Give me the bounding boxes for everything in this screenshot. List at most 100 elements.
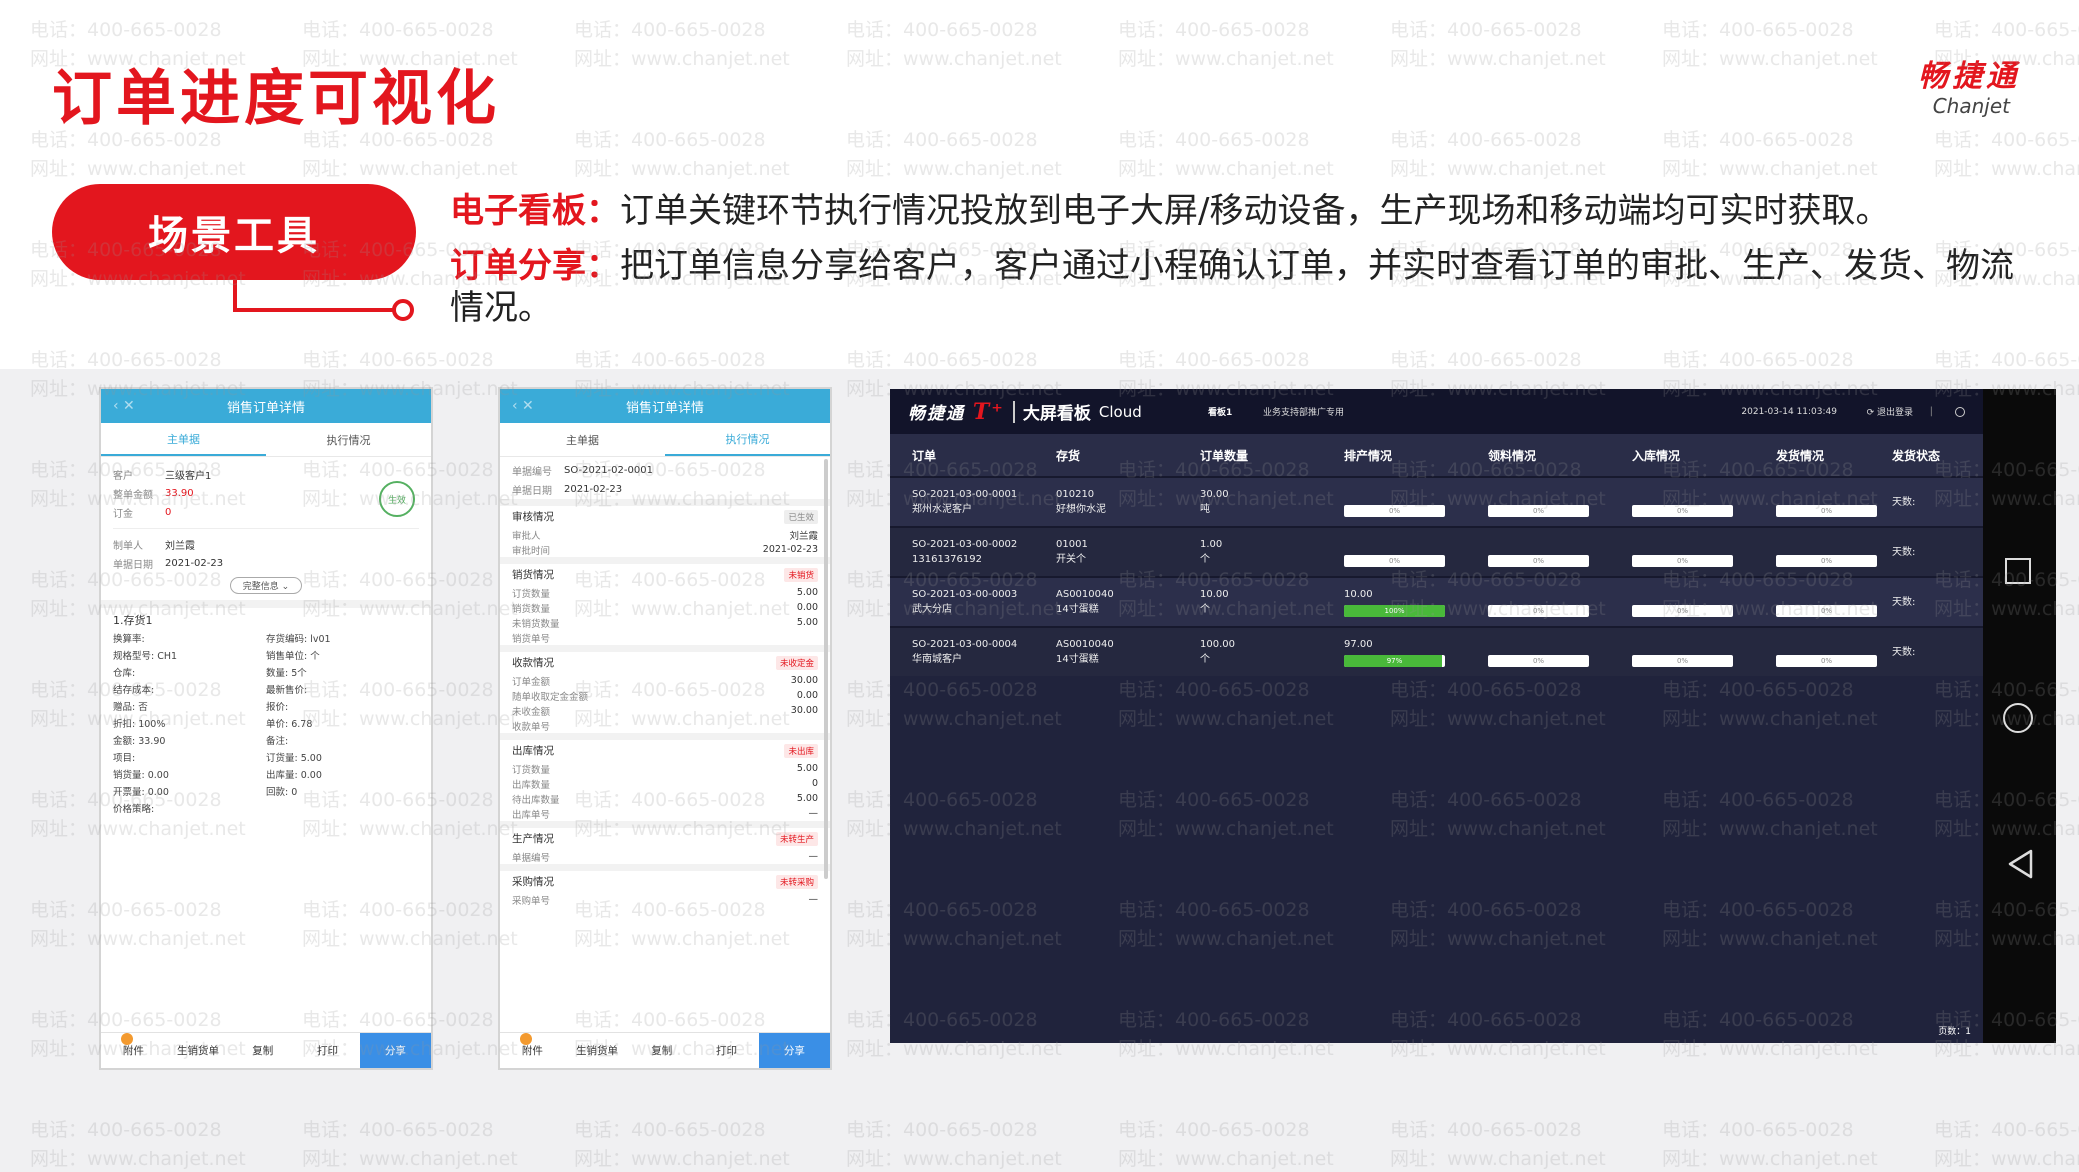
progress-percent: 97%: [1386, 656, 1403, 665]
phone-order-detail-execution: ‹ ✕ 销售订单详情 主单据 执行情况 单据编号 SO-2021-02-0001 单…: [498, 387, 832, 1070]
progress-cell: 97.00 97%: [1344, 638, 1488, 667]
item-fields: 换算率: 存货编码: lv01 规格型号: CH1 销售单位: 个仓库: 数量: 5个结…: [101, 632, 431, 817]
status-badge: 未收定金: [775, 655, 818, 670]
watermark-text: 电话：400-665-0028网址：www.chanjet.net: [1118, 19, 1334, 70]
dashboard-column-header: 发货情况: [1776, 448, 1825, 463]
board-selector[interactable]: 看板1: [1208, 405, 1232, 418]
status-badge: 未销货: [784, 567, 818, 582]
progress-cell: 0%: [1488, 638, 1632, 667]
dashboard-column-header: 存货: [1056, 448, 1081, 463]
dashboard-column-headers: 订单 存货 订单数量 排产情况 领料情况 入库情况 发货情况 发货状态: [890, 434, 1983, 476]
status-row: 随单收取定金金额 0.00: [512, 690, 818, 703]
scene-tools-pill: 场景工具: [52, 184, 416, 280]
tab-main-document[interactable]: 主单据: [500, 423, 665, 456]
tab-execution[interactable]: 执行情况: [665, 423, 830, 456]
copy-button[interactable]: 复制: [230, 1033, 295, 1068]
item-field: 项目:: [113, 753, 136, 764]
dashboard-rows: SO-2021-03-00-0001 郑州水泥客户 010210 好想你水泥 30.00…: [890, 476, 1983, 676]
progress-percent: 0%: [1532, 606, 1545, 615]
order-cell: SO-2021-03-00-0002 13161376192: [912, 539, 1018, 565]
attachment-button[interactable]: 附件: [101, 1033, 166, 1068]
dashboard-order-row[interactable]: SO-2021-03-00-0001 郑州水泥客户 010210 好想你水泥 30.00…: [890, 476, 1983, 526]
attachment-button[interactable]: 附件: [500, 1033, 565, 1068]
progress-bar: 0%: [1776, 554, 1877, 567]
print-button[interactable]: 打印: [295, 1033, 360, 1068]
scrollbar[interactable]: [824, 459, 828, 879]
logo-english: Chanjet: [1932, 94, 2010, 118]
progress-percent: 0%: [1532, 656, 1545, 665]
share-button[interactable]: 分享: [359, 1033, 431, 1068]
progress-value-label: 10.00: [1344, 588, 1373, 600]
progress-cell: 0%: [1776, 638, 1892, 667]
print-button[interactable]: 打印: [694, 1033, 759, 1068]
back-close-icon[interactable]: ‹ ✕: [113, 398, 135, 414]
logout-button[interactable]: ⟳ 退出登录: [1867, 405, 1913, 418]
watermark-text: 电话：400-665-0028网址：www.chanjet.net: [846, 129, 1062, 180]
stock-cell: AS0010040 14寸蛋糕: [1056, 639, 1114, 665]
copy-button[interactable]: 复制: [629, 1033, 694, 1068]
dashboard-order-row[interactable]: SO-2021-03-00-0002 13161376192 01001 开关个 1.0…: [890, 526, 1983, 576]
watermark-text: 电话：400-665-0028网址：www.chanjet.net: [1662, 129, 1878, 180]
watermark-text: 电话：400-665-0028网址：www.chanjet.net: [574, 129, 790, 180]
dashboard-column-header: 订单: [912, 448, 937, 463]
stock-cell: AS0010040 14寸蛋糕: [1056, 589, 1114, 615]
progress-bar: 0%: [1488, 654, 1589, 667]
big-screen-dashboard: 畅捷通 T⁺ 大屏看板 Cloud 看板1 业务支持部推广专用 2021-03-…: [890, 389, 1983, 1043]
item-field: 折扣: 100%: [113, 719, 166, 730]
item-field: 规格型号: CH1: [113, 651, 178, 662]
progress-cell: 0%: [1776, 538, 1892, 567]
page-count: 页数：1: [1938, 1027, 1971, 1037]
progress-value-label: 97.00: [1344, 638, 1373, 650]
status-badge: 未出库: [784, 743, 818, 758]
phone-tabs: 主单据 执行情况: [101, 423, 431, 457]
progress-cell: 0%: [1344, 538, 1488, 567]
progress-bar: 0%: [1344, 554, 1445, 567]
dashboard-order-row[interactable]: SO-2021-03-00-0003 武大分店 AS0010040 14寸蛋糕 10.0…: [890, 576, 1983, 626]
settings-icon[interactable]: [1955, 406, 1965, 417]
status-section-header: 收款情况 未收定金: [500, 652, 830, 673]
progress-cell: 0%: [1632, 588, 1776, 617]
description-dashboard: 电子看板：订单关键环节执行情况投放到电子大屏/移动设备，生产现场和移动端均可实时…: [450, 190, 2030, 232]
status-row: 审批时间 2021-02-23: [512, 544, 818, 557]
description-order-share: 订单分享：把订单信息分享给客户，客户通过小程确认订单，并实时查看订单的审批、生产…: [450, 245, 2030, 329]
progress-cell: 0%: [1776, 488, 1892, 517]
progress-cell: 0%: [1632, 538, 1776, 567]
divider: [500, 864, 830, 871]
generate-sales-doc-button[interactable]: 生销货单: [166, 1033, 231, 1068]
back-close-icon[interactable]: ‹ ✕: [512, 398, 534, 414]
logo-chinese: 畅捷通: [1918, 59, 2020, 94]
progress-cell: 0%: [1632, 488, 1776, 517]
progress-percent: 0%: [1820, 656, 1833, 665]
generate-sales-doc-button[interactable]: 生销货单: [565, 1033, 630, 1068]
quantity-cell: 100.00 个: [1200, 639, 1235, 665]
progress-cell: 0%: [1776, 588, 1892, 617]
status-row: 审批人 刘兰霞: [512, 530, 818, 542]
tab-main-document[interactable]: 主单据: [101, 423, 266, 456]
home-icon[interactable]: [2003, 703, 2033, 733]
item-field: 回款: 0: [266, 787, 298, 798]
item-field: 换算率:: [113, 634, 145, 645]
phone-title: 销售订单详情: [226, 400, 305, 416]
progress-percent: 0%: [1676, 506, 1689, 515]
progress-percent: 0%: [1676, 606, 1689, 615]
dashboard-order-row[interactable]: SO-2021-03-00-0004 华南城客户 AS0010040 14寸蛋糕 100…: [890, 626, 1983, 676]
progress-bar: 0%: [1776, 604, 1877, 617]
status-row: 销货数量 0.00: [512, 602, 818, 615]
progress-bar: 0%: [1776, 654, 1877, 667]
item-field: 数量: 5个: [266, 668, 307, 679]
item-field: 最新售价:: [266, 685, 308, 696]
tab-execution[interactable]: 执行情况: [266, 423, 431, 456]
item-field: 单价: 6.78: [266, 719, 313, 730]
progress-cell: 0%: [1488, 538, 1632, 567]
board-name[interactable]: 业务支持部推广专用: [1263, 405, 1344, 418]
quantity-cell: 30.00 吨: [1200, 489, 1229, 515]
field-row: 客户 三级客户1: [113, 471, 212, 482]
progress-cell: 10.00 100%: [1344, 588, 1488, 617]
page-title: 订单进度可视化: [52, 64, 500, 134]
status-section-header: 审核情况 已生效: [500, 506, 830, 527]
progress-value-label: [1488, 488, 1632, 502]
expand-full-info-button[interactable]: 完整信息 ⌄: [230, 577, 302, 594]
share-button[interactable]: 分享: [758, 1033, 830, 1068]
progress-percent: 0%: [1820, 606, 1833, 615]
recent-apps-icon[interactable]: [2005, 558, 2031, 584]
